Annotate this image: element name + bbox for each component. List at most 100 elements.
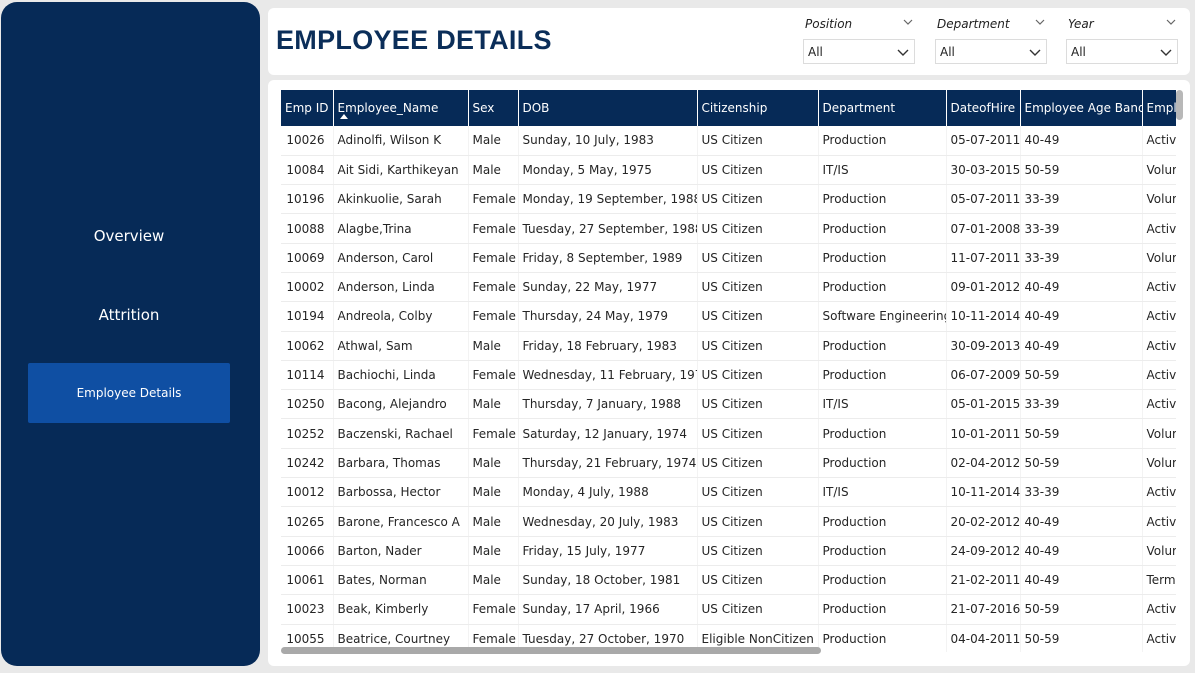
table-row[interactable]: 10265 Barone, Francesco A Male Wednesday, 2…: [281, 506, 1176, 537]
table-cell: 10250: [281, 389, 334, 420]
nav-overview[interactable]: Overview: [28, 206, 230, 266]
table-cell: 30-09-2013: [946, 331, 1021, 361]
table-body: 10026 Adinolfi, Wilson K Male Sunday, 10 Ju…: [281, 126, 1176, 652]
table-cell: US Citizen: [697, 565, 819, 596]
table-row[interactable]: 10242 Barbara, Thomas Male Thursday, 21 Feb…: [281, 448, 1176, 479]
horizontal-scrollbar-thumb[interactable]: [281, 647, 821, 654]
table-cell: 30-03-2015: [946, 155, 1021, 186]
slicer-year-dropdown[interactable]: All: [1066, 39, 1178, 64]
table-row[interactable]: 10196 Akinkuolie, Sarah Female Monday, 19 S…: [281, 184, 1176, 215]
table-cell: Anderson, Carol: [333, 243, 469, 273]
nav-attrition[interactable]: Attrition: [28, 285, 230, 345]
table-cell: Activ: [1142, 360, 1176, 391]
table-row[interactable]: 10194 Andreola, Colby Female Thursday, 24 M…: [281, 301, 1176, 332]
table-row[interactable]: 10061 Bates, Norman Male Sunday, 18 October…: [281, 565, 1176, 596]
employee-table-viewport: Emp ID Employee_Name Sex DOB Citizenship…: [281, 90, 1176, 652]
table-row[interactable]: 10250 Bacong, Alejandro Male Thursday, 7 Ja…: [281, 389, 1176, 420]
column-header-age-band[interactable]: Employee Age Band: [1020, 90, 1143, 126]
table-row[interactable]: 10066 Barton, Nader Male Friday, 15 July, 1…: [281, 536, 1176, 566]
table-cell: US Citizen: [697, 477, 819, 508]
table-row[interactable]: 10023 Beak, Kimberly Female Sunday, 17 Apri…: [281, 594, 1176, 625]
table-cell: US Citizen: [697, 272, 819, 303]
table-cell: 21-07-2016: [946, 594, 1021, 625]
column-header-citizenship[interactable]: Citizenship: [697, 90, 819, 126]
slicer-year: Year All: [1066, 8, 1178, 75]
table-cell: Production: [818, 272, 947, 303]
table-cell: 40-49: [1020, 126, 1143, 156]
table-cell: 10012: [281, 477, 334, 508]
column-header-employee-name[interactable]: Employee_Name: [333, 90, 469, 126]
table-row[interactable]: 10069 Anderson, Carol Female Friday, 8 Sept…: [281, 243, 1176, 273]
table-cell: Production: [818, 360, 947, 391]
table-cell: Male: [468, 536, 519, 566]
table-cell: US Citizen: [697, 506, 819, 537]
column-header-date-of-hire[interactable]: DateofHire: [946, 90, 1021, 126]
table-cell: Anderson, Linda: [333, 272, 469, 303]
table-cell: 50-59: [1020, 448, 1143, 479]
table-cell: Monday, 5 May, 1975: [518, 155, 698, 186]
table-cell: 40-49: [1020, 272, 1143, 303]
column-header-department[interactable]: Department: [818, 90, 947, 126]
table-cell: Barbara, Thomas: [333, 448, 469, 479]
vertical-scrollbar-thumb[interactable]: [1176, 90, 1183, 120]
table-row[interactable]: 10114 Bachiochi, Linda Female Wednesday, 11…: [281, 360, 1176, 391]
table-cell: 50-59: [1020, 418, 1143, 449]
table-cell: Volur: [1142, 448, 1176, 479]
chevron-down-icon[interactable]: [903, 17, 913, 27]
table-cell: Production: [818, 565, 947, 596]
table-cell: Barton, Nader: [333, 536, 469, 566]
column-header-dob[interactable]: DOB: [518, 90, 698, 126]
table-cell: Volur: [1142, 243, 1176, 273]
table-row[interactable]: 10252 Baczenski, Rachael Female Saturday, 1…: [281, 418, 1176, 449]
table-cell: Male: [468, 565, 519, 596]
column-header-sex[interactable]: Sex: [468, 90, 519, 126]
table-cell: Female: [468, 418, 519, 449]
column-header-emp-id[interactable]: Emp ID: [281, 90, 334, 126]
table-cell: Volur: [1142, 155, 1176, 186]
table-cell: US Citizen: [697, 594, 819, 625]
table-cell: 10002: [281, 272, 334, 303]
horizontal-scrollbar[interactable]: [281, 647, 1176, 655]
slicer-year-value: All: [1071, 45, 1086, 59]
slicer-position-dropdown[interactable]: All: [803, 39, 915, 64]
table-cell: 07-01-2008: [946, 213, 1021, 244]
table-cell: IT/IS: [818, 155, 947, 186]
chevron-down-icon[interactable]: [1035, 17, 1045, 27]
table-row[interactable]: 10084 Ait Sidi, Karthikeyan Male Monday, 5 …: [281, 155, 1176, 186]
table-cell: Sunday, 18 October, 1981: [518, 565, 698, 596]
table-cell: Sunday, 22 May, 1977: [518, 272, 698, 303]
table-cell: 33-39: [1020, 184, 1143, 215]
table-row[interactable]: 10062 Athwal, Sam Male Friday, 18 February,…: [281, 331, 1176, 361]
table-cell: Volur: [1142, 536, 1176, 566]
table-cell: Activ: [1142, 594, 1176, 625]
chevron-down-icon[interactable]: [1166, 17, 1176, 27]
table-cell: 10069: [281, 243, 334, 273]
vertical-scrollbar[interactable]: [1176, 90, 1184, 648]
table-cell: Production: [818, 243, 947, 273]
table-row[interactable]: 10012 Barbossa, Hector Male Monday, 4 July,…: [281, 477, 1176, 508]
table-cell: 40-49: [1020, 331, 1143, 361]
table-cell: Male: [468, 477, 519, 508]
nav-employee-details[interactable]: Employee Details: [28, 363, 230, 423]
slicer-department-dropdown[interactable]: All: [935, 39, 1047, 64]
table-cell: Activ: [1142, 301, 1176, 332]
table-cell: 10265: [281, 506, 334, 537]
table-cell: Monday, 19 September, 1988: [518, 184, 698, 215]
table-cell: Sunday, 17 April, 1966: [518, 594, 698, 625]
column-header-empl[interactable]: Empl: [1142, 90, 1176, 126]
table-cell: 10194: [281, 301, 334, 332]
table-cell: 10242: [281, 448, 334, 479]
table-cell: Female: [468, 301, 519, 332]
table-cell: US Citizen: [697, 331, 819, 361]
table-cell: 10088: [281, 213, 334, 244]
table-cell: US Citizen: [697, 126, 819, 156]
table-row[interactable]: 10088 Alagbe,Trina Female Tuesday, 27 Septe…: [281, 213, 1176, 244]
slicer-position-value: All: [808, 45, 823, 59]
table-row[interactable]: 10026 Adinolfi, Wilson K Male Sunday, 10 Ju…: [281, 126, 1176, 156]
table-cell: Wednesday, 11 February, 1970: [518, 360, 698, 391]
table-cell: 10026: [281, 126, 334, 156]
table-row[interactable]: 10002 Anderson, Linda Female Sunday, 22 May…: [281, 272, 1176, 303]
table-cell: 50-59: [1020, 360, 1143, 391]
table-cell: 02-04-2012: [946, 448, 1021, 479]
table-cell: Software Engineering: [818, 301, 947, 332]
